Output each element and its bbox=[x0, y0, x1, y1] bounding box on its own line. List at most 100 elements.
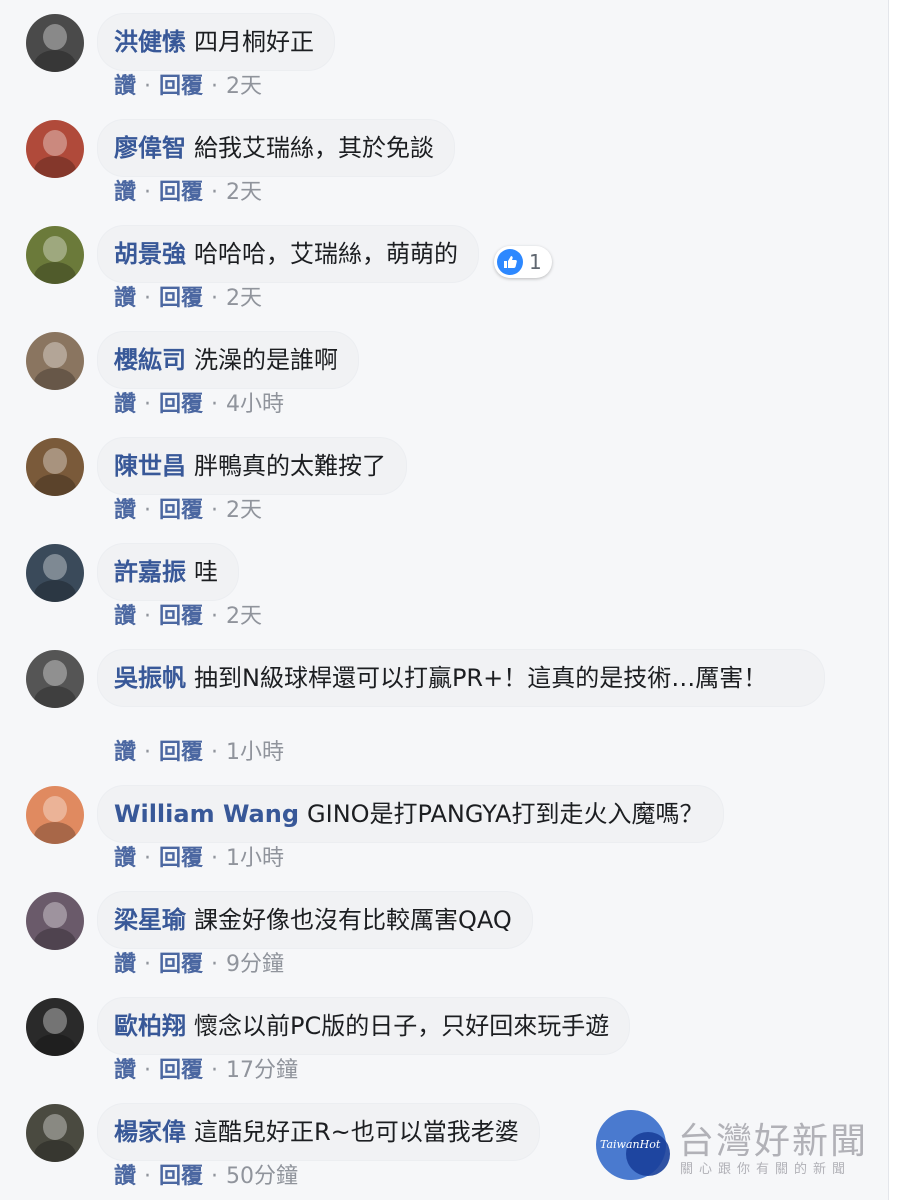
separator: · bbox=[211, 498, 219, 523]
commenter-name[interactable]: 歐柏翔 bbox=[114, 1012, 186, 1040]
commenter-name[interactable]: 胡景強 bbox=[114, 240, 186, 268]
separator: · bbox=[144, 392, 152, 417]
avatar[interactable] bbox=[26, 892, 84, 950]
separator: · bbox=[211, 604, 219, 629]
commenter-name[interactable]: 梁星瑜 bbox=[114, 906, 186, 934]
reply-button[interactable]: 回覆 bbox=[159, 1164, 203, 1189]
reply-button[interactable]: 回覆 bbox=[159, 1058, 203, 1083]
separator: · bbox=[211, 180, 219, 205]
separator: · bbox=[144, 846, 152, 871]
like-button[interactable]: 讚 bbox=[114, 1164, 136, 1189]
comment-time[interactable]: 2天 bbox=[226, 604, 262, 629]
comment-item: 櫻紘司 洗澡的是誰啊 讚 · 回覆 · 4小時 bbox=[0, 318, 888, 424]
comment-time[interactable]: 50分鐘 bbox=[226, 1164, 298, 1189]
reply-button[interactable]: 回覆 bbox=[159, 952, 203, 977]
watermark-subtitle: 關心跟你有關的新聞 bbox=[680, 1162, 852, 1177]
commenter-name[interactable]: William Wang bbox=[114, 800, 299, 828]
reply-button[interactable]: 回覆 bbox=[159, 498, 203, 523]
comment-actions: 讚 · 回覆 · 9分鐘 bbox=[114, 950, 284, 980]
commenter-name[interactable]: 櫻紘司 bbox=[114, 346, 186, 374]
separator: · bbox=[144, 1058, 152, 1083]
separator: · bbox=[211, 74, 219, 99]
reply-button[interactable]: 回覆 bbox=[159, 392, 203, 417]
avatar[interactable] bbox=[26, 544, 84, 602]
comment-actions: 讚 · 回覆 · 2天 bbox=[114, 496, 262, 526]
avatar[interactable] bbox=[26, 14, 84, 72]
comment-bubble: 吳振帆 抽到N級球桿還可以打贏PR+！這真的是技術…厲害！ bbox=[98, 650, 824, 706]
comment-time[interactable]: 2天 bbox=[226, 286, 262, 311]
comment-actions: 讚 · 回覆 · 2天 bbox=[114, 602, 262, 632]
comment-text: 哇 bbox=[194, 558, 218, 586]
comment-bubble: 櫻紘司 洗澡的是誰啊 bbox=[98, 332, 358, 388]
avatar[interactable] bbox=[26, 998, 84, 1056]
separator: · bbox=[144, 1164, 152, 1189]
reply-button[interactable]: 回覆 bbox=[159, 74, 203, 99]
reply-button[interactable]: 回覆 bbox=[159, 180, 203, 205]
comment-item: 洪健愫 四月桐好正 讚 · 回覆 · 2天 bbox=[0, 0, 888, 106]
comment-text: 抽到N級球桿還可以打贏PR+！這真的是技術…厲害！ bbox=[194, 664, 768, 692]
avatar[interactable] bbox=[26, 226, 84, 284]
comment-actions: 讚 · 回覆 · 50分鐘 bbox=[114, 1162, 298, 1192]
thumbs-up-icon bbox=[497, 249, 523, 275]
comment-actions: 讚 · 回覆 · 1小時 bbox=[114, 844, 284, 874]
like-button[interactable]: 讚 bbox=[114, 392, 136, 417]
like-button[interactable]: 讚 bbox=[114, 180, 136, 205]
separator: · bbox=[144, 604, 152, 629]
reply-button[interactable]: 回覆 bbox=[159, 846, 203, 871]
comment-bubble: William Wang GINO是打PANGYA打到走火入魔嗎？ bbox=[98, 786, 724, 842]
avatar[interactable] bbox=[26, 1104, 84, 1162]
like-button[interactable]: 讚 bbox=[114, 952, 136, 977]
comment-time[interactable]: 1小時 bbox=[226, 740, 284, 765]
avatar[interactable] bbox=[26, 438, 84, 496]
separator: · bbox=[211, 286, 219, 311]
comment-bubble: 洪健愫 四月桐好正 bbox=[98, 14, 334, 70]
comment-item: 廖偉智 給我艾瑞絲，其於免談 讚 · 回覆 · 2天 bbox=[0, 106, 888, 212]
comment-actions: 讚 · 回覆 · 17分鐘 bbox=[114, 1056, 298, 1086]
comment-bubble: 許嘉振哇 bbox=[98, 544, 238, 600]
commenter-name[interactable]: 吳振帆 bbox=[114, 664, 186, 692]
like-button[interactable]: 讚 bbox=[114, 846, 136, 871]
comment-time[interactable]: 2天 bbox=[226, 498, 262, 523]
commenter-name[interactable]: 陳世昌 bbox=[114, 452, 186, 480]
comment-time[interactable]: 4小時 bbox=[226, 392, 284, 417]
reaction-pill[interactable]: 1 bbox=[494, 246, 552, 278]
like-button[interactable]: 讚 bbox=[114, 1058, 136, 1083]
watermark-title: 台灣好新聞 bbox=[678, 1121, 869, 1162]
reply-button[interactable]: 回覆 bbox=[159, 604, 203, 629]
separator: · bbox=[211, 1058, 219, 1083]
avatar[interactable] bbox=[26, 332, 84, 390]
separator: · bbox=[211, 740, 219, 765]
avatar[interactable] bbox=[26, 120, 84, 178]
comment-actions: 讚 · 回覆 · 2天 bbox=[114, 284, 262, 314]
like-button[interactable]: 讚 bbox=[114, 498, 136, 523]
comment-time[interactable]: 2天 bbox=[226, 180, 262, 205]
comment-time[interactable]: 17分鐘 bbox=[226, 1058, 298, 1083]
reply-button[interactable]: 回覆 bbox=[159, 286, 203, 311]
avatar[interactable] bbox=[26, 650, 84, 708]
comment-text: 給我艾瑞絲，其於免談 bbox=[194, 134, 434, 162]
like-button[interactable]: 讚 bbox=[114, 286, 136, 311]
comment-actions: 讚 · 回覆 · 2天 bbox=[114, 178, 262, 208]
watermark: TaiwanHot 台灣好新聞 關心跟你有關的新聞 bbox=[596, 1104, 886, 1194]
reply-button[interactable]: 回覆 bbox=[159, 740, 203, 765]
like-button[interactable]: 讚 bbox=[114, 604, 136, 629]
separator: · bbox=[144, 286, 152, 311]
comment-time[interactable]: 1小時 bbox=[226, 846, 284, 871]
comment-time[interactable]: 2天 bbox=[226, 74, 262, 99]
comment-text: 懷念以前PC版的日子，只好回來玩手遊 bbox=[194, 1012, 610, 1040]
comment-time[interactable]: 9分鐘 bbox=[226, 952, 284, 977]
reaction-count: 1 bbox=[529, 250, 542, 274]
comment-text: 胖鴨真的太難按了 bbox=[194, 452, 386, 480]
reaction-badge[interactable]: 1 bbox=[494, 246, 552, 278]
commenter-name[interactable]: 楊家偉 bbox=[114, 1118, 186, 1146]
comment-actions: 讚 · 回覆 · 2天 bbox=[114, 72, 262, 102]
like-button[interactable]: 讚 bbox=[114, 74, 136, 99]
commenter-name[interactable]: 洪健愫 bbox=[114, 28, 186, 56]
separator: · bbox=[211, 1164, 219, 1189]
commenter-name[interactable]: 廖偉智 bbox=[114, 134, 186, 162]
avatar[interactable] bbox=[26, 786, 84, 844]
commenter-name[interactable]: 許嘉振 bbox=[114, 558, 186, 586]
comment-bubble: 梁星瑜 課金好像也沒有比較厲害QAQ bbox=[98, 892, 532, 948]
separator: · bbox=[144, 740, 152, 765]
like-button[interactable]: 讚 bbox=[114, 740, 136, 765]
